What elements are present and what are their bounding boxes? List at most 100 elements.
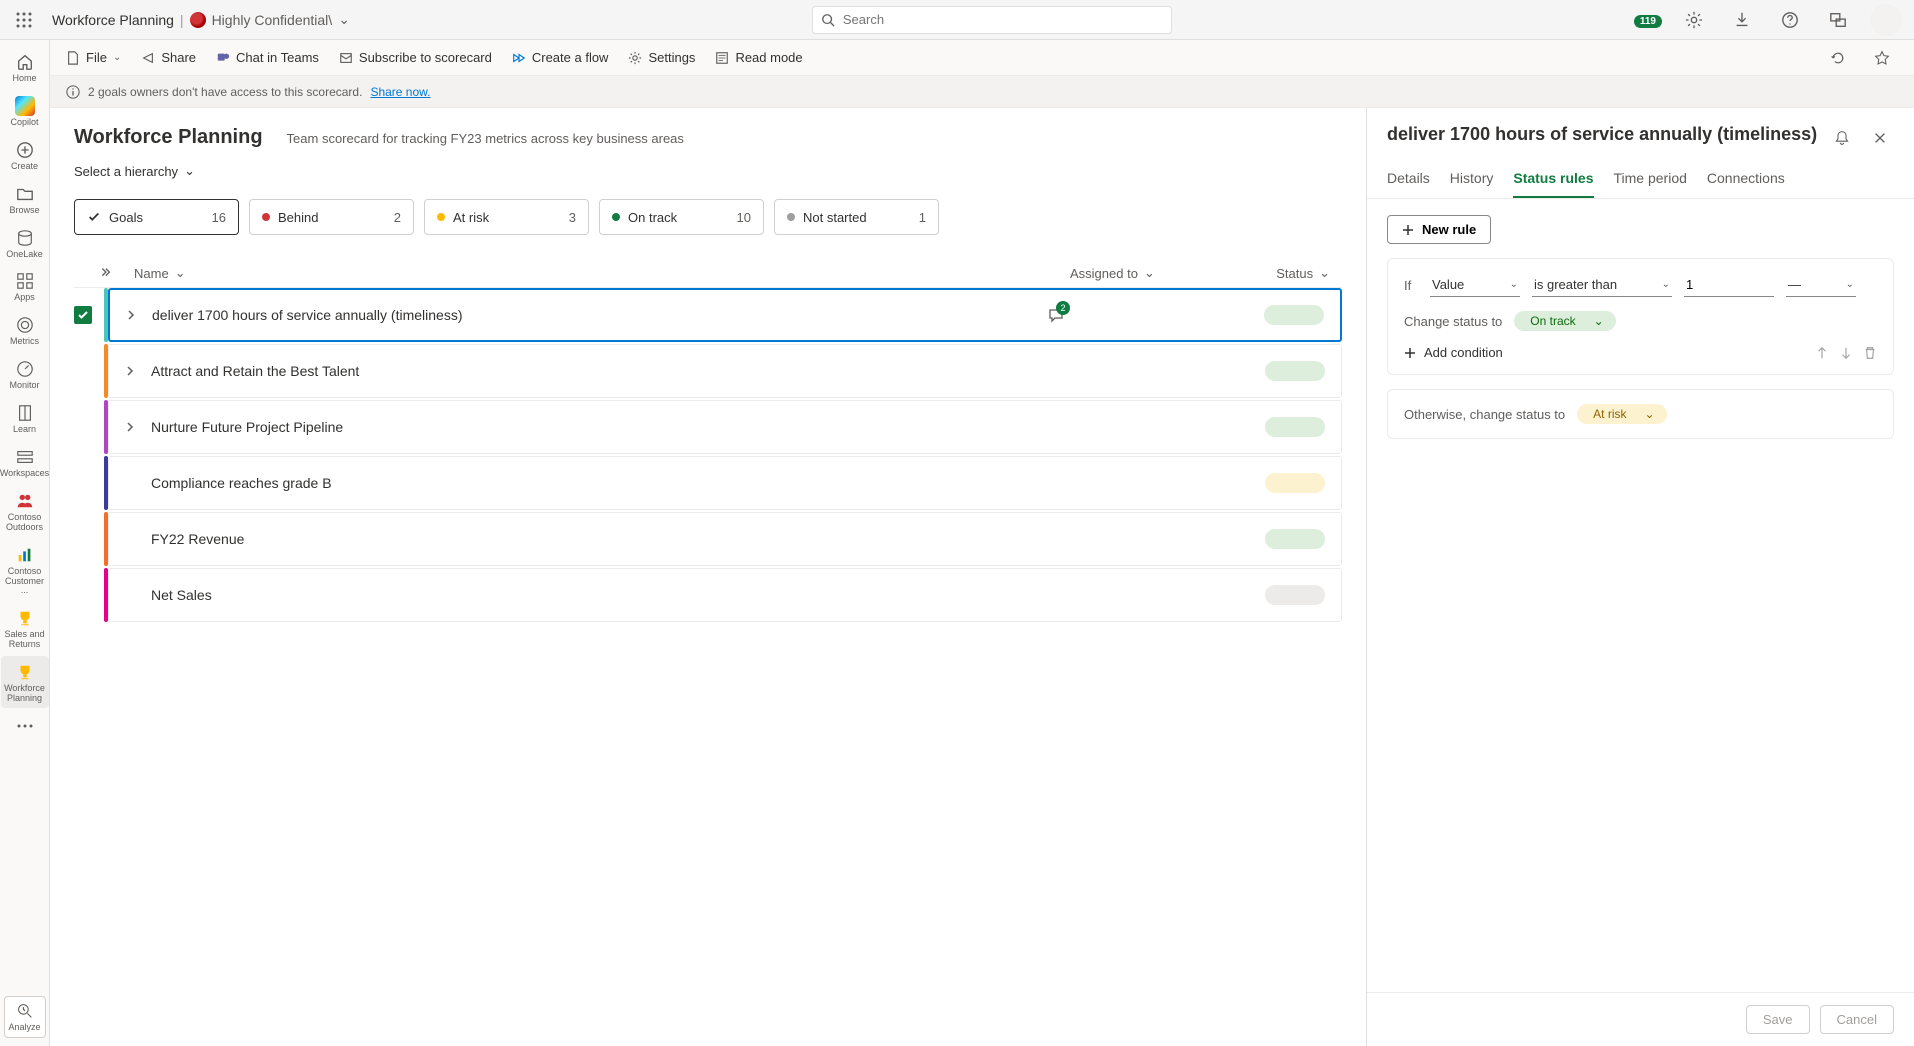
toolbar-read-mode[interactable]: Read mode — [715, 50, 802, 65]
status-chip[interactable]: At risk3 — [424, 199, 589, 235]
expand-icon[interactable] — [125, 422, 141, 432]
toolbar-settings-label: Settings — [648, 50, 695, 65]
search-box[interactable] — [812, 6, 1172, 34]
add-condition-button[interactable]: Add condition — [1404, 345, 1503, 360]
tab-connections[interactable]: Connections — [1707, 160, 1785, 198]
tab-details[interactable]: Details — [1387, 160, 1430, 198]
toolbar-subscribe[interactable]: Subscribe to scorecard — [339, 50, 492, 65]
rail-contoso-customer[interactable]: Contoso Customer ... — [1, 539, 49, 601]
row-checkbox[interactable] — [74, 474, 92, 492]
status-select-atrisk[interactable]: At risk⌄ — [1577, 404, 1666, 424]
rail-analyze[interactable]: Analyze — [4, 996, 46, 1038]
rail-browse[interactable]: Browse — [1, 178, 49, 220]
column-assigned[interactable]: Assigned to⌄ — [1070, 265, 1250, 281]
chart-icon — [15, 545, 35, 565]
save-button[interactable]: Save — [1746, 1005, 1810, 1034]
check-icon — [87, 210, 101, 224]
rail-onelake-label: OneLake — [6, 250, 43, 260]
row-checkbox[interactable] — [74, 586, 92, 604]
rail-onelake[interactable]: OneLake — [1, 222, 49, 264]
goal-row[interactable]: deliver 1700 hours of service annually (… — [74, 288, 1342, 342]
delete-icon[interactable] — [1863, 346, 1877, 360]
share-now-link[interactable]: Share now. — [370, 85, 430, 99]
column-name[interactable]: Name⌄ — [134, 265, 1070, 281]
rail-workspaces[interactable]: Workspaces — [1, 441, 49, 483]
row-checkbox[interactable] — [74, 530, 92, 548]
chip-count: 1 — [919, 210, 926, 225]
new-rule-button[interactable]: New rule — [1387, 215, 1491, 244]
rail-metrics-label: Metrics — [10, 337, 39, 347]
breadcrumb: Workforce Planning | Highly Confidential… — [52, 11, 350, 28]
rail-copilot[interactable]: Copilot — [1, 90, 49, 132]
download-icon[interactable] — [1726, 4, 1758, 36]
tab-time-period[interactable]: Time period — [1614, 160, 1687, 198]
search-input[interactable] — [843, 12, 1163, 27]
close-icon[interactable] — [1866, 124, 1894, 152]
rule-field-select[interactable]: Value⌄ — [1430, 273, 1520, 297]
header-right: 119 — [1634, 4, 1902, 36]
toolbar-share[interactable]: Share — [141, 50, 196, 65]
move-down-icon[interactable] — [1839, 346, 1853, 360]
rail-more[interactable] — [1, 710, 49, 740]
feedback-icon[interactable] — [1822, 4, 1854, 36]
status-chip[interactable]: Not started 1 — [774, 199, 939, 235]
sensitivity-label[interactable]: Highly Confidential\ ⌄ — [190, 11, 350, 28]
chevron-down-icon: ⌄ — [1510, 279, 1518, 290]
toolbar-file[interactable]: File⌄ — [66, 50, 121, 65]
chip-count: 16 — [212, 210, 226, 225]
help-icon[interactable] — [1774, 4, 1806, 36]
info-bar: 2 goals owners don't have access to this… — [50, 76, 1914, 108]
rail-contoso-outdoors[interactable]: Contoso Outdoors — [1, 485, 49, 537]
rule-unit-select[interactable]: —⌄ — [1786, 273, 1856, 297]
tab-history[interactable]: History — [1450, 160, 1494, 198]
rail-sales-returns[interactable]: Sales and Returns — [1, 602, 49, 654]
toolbar-flow[interactable]: Create a flow — [512, 50, 609, 65]
avatar[interactable] — [1870, 4, 1902, 36]
settings-icon[interactable] — [1678, 4, 1710, 36]
status-select-ontrack[interactable]: On track⌄ — [1514, 311, 1615, 331]
row-checkbox[interactable] — [74, 362, 92, 380]
expand-icon[interactable] — [126, 310, 142, 320]
row-checkbox[interactable] — [74, 418, 92, 436]
expand-icon[interactable] — [125, 366, 141, 376]
refresh-icon[interactable] — [1822, 42, 1854, 74]
column-status[interactable]: Status⌄ — [1250, 265, 1330, 281]
status-chip[interactable]: On track10 — [599, 199, 764, 235]
rail-apps[interactable]: Apps — [1, 265, 49, 307]
favorite-icon[interactable] — [1866, 42, 1898, 74]
toolbar-settings[interactable]: Settings — [628, 50, 695, 65]
rule-operator-select[interactable]: is greater than⌄ — [1532, 273, 1672, 297]
tab-status-rules[interactable]: Status rules — [1513, 160, 1593, 198]
expand-all-icon[interactable] — [98, 266, 112, 280]
app-launcher-icon[interactable] — [12, 8, 36, 32]
panel-notify-icon[interactable] — [1828, 124, 1856, 152]
page-title: Workforce Planning — [74, 126, 263, 149]
chip-label: Not started — [803, 210, 867, 225]
panel-footer: Save Cancel — [1367, 992, 1914, 1046]
goal-row[interactable]: FY22 Revenue — [74, 512, 1342, 566]
status-chip[interactable]: Behind2 — [249, 199, 414, 235]
move-up-icon[interactable] — [1815, 346, 1829, 360]
goal-row[interactable]: Nurture Future Project Pipeline — [74, 400, 1342, 454]
goal-row[interactable]: Compliance reaches grade B — [74, 456, 1342, 510]
status-chip[interactable]: Goals16 — [74, 199, 239, 235]
goal-row[interactable]: Attract and Retain the Best Talent — [74, 344, 1342, 398]
rail-monitor[interactable]: Monitor — [1, 353, 49, 395]
notifications-button[interactable]: 119 — [1634, 12, 1662, 27]
toolbar-chat-teams[interactable]: Chat in Teams — [216, 50, 319, 65]
rail-workspaces-label: Workspaces — [0, 469, 49, 479]
rail-workforce-label: Workforce Planning — [1, 684, 49, 704]
row-checkbox[interactable] — [74, 306, 92, 324]
breadcrumb-item[interactable]: Workforce Planning — [52, 12, 174, 28]
goal-row[interactable]: Net Sales — [74, 568, 1342, 622]
rail-learn[interactable]: Learn — [1, 397, 49, 439]
comment-indicator[interactable]: 2 — [1048, 307, 1064, 323]
rail-workforce-planning[interactable]: Workforce Planning — [1, 656, 49, 708]
rail-home[interactable]: Home — [1, 46, 49, 88]
rail-metrics[interactable]: Metrics — [1, 309, 49, 351]
hierarchy-selector[interactable]: Select a hierarchy ⌄ — [74, 163, 1342, 179]
rule-value-input[interactable] — [1684, 273, 1774, 297]
panel-body: New rule If Value⌄ is greater than⌄ —⌄ C… — [1367, 199, 1914, 992]
cancel-button[interactable]: Cancel — [1820, 1005, 1894, 1034]
rail-create[interactable]: Create — [1, 134, 49, 176]
